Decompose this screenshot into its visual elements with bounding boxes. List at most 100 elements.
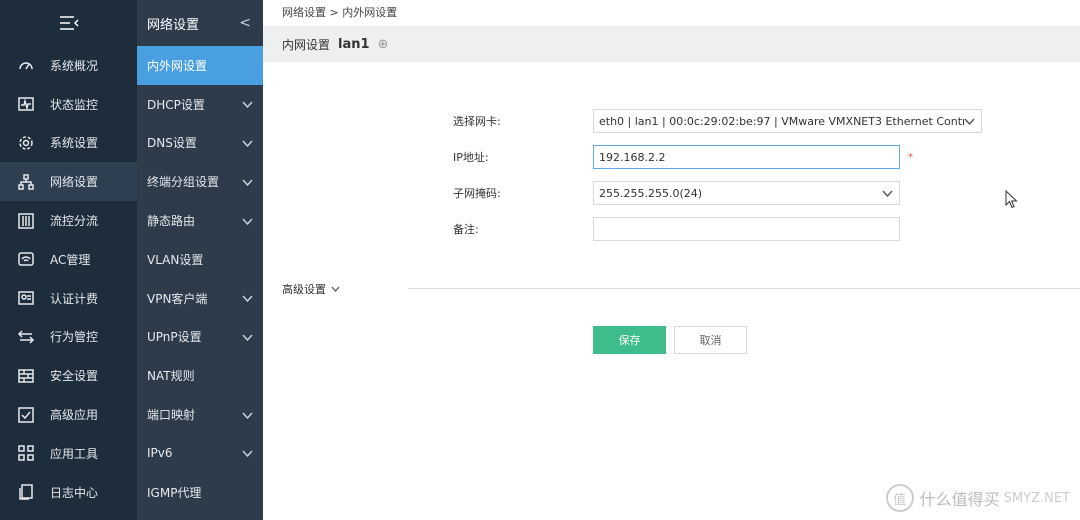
document-icon	[16, 483, 36, 501]
note-label: 备注:	[453, 223, 479, 236]
mouse-cursor-icon	[1005, 190, 1018, 209]
subnav-item[interactable]: 静态路由	[137, 201, 263, 240]
subnav-item-label: UPnP设置	[147, 330, 202, 345]
subnav-item[interactable]: UPnP设置	[137, 318, 263, 357]
menu-collapse-toggle[interactable]	[0, 0, 137, 46]
form-row-note: 备注:	[453, 217, 900, 241]
lan-tab-name[interactable]: lan1	[338, 37, 370, 52]
page-title: 内网设置	[282, 37, 331, 52]
subnav-item-label: IGMP代理	[147, 485, 202, 500]
chevron-down-icon	[242, 136, 253, 150]
subnav-item[interactable]: DHCP设置	[137, 85, 263, 124]
sidebar-item-label: 系统概况	[50, 58, 99, 73]
form-row-nic: 选择网卡: eth0 | lan1 | 00:0c:29:02:be:97 | …	[453, 109, 982, 133]
subnav-item-label: VLAN设置	[147, 252, 204, 267]
chevron-down-icon	[242, 175, 253, 189]
sidebar-item-label: 行为管控	[50, 330, 99, 345]
sidebar-item[interactable]: 网络设置	[0, 162, 137, 202]
divider	[408, 288, 1080, 289]
advanced-settings-label: 高级设置	[282, 283, 326, 296]
subnav-item[interactable]: DNS设置	[137, 124, 263, 163]
note-input[interactable]	[593, 217, 900, 241]
nic-select-value: eth0 | lan1 | 00:0c:29:02:be:97 | VMware…	[599, 114, 964, 128]
tools-grid-icon	[16, 444, 36, 462]
sidebar-item[interactable]: 行为管控	[0, 318, 137, 357]
sidebar-item-label: 日志中心	[50, 485, 99, 500]
subnav-item-label: 端口映射	[147, 408, 196, 423]
ip-address-input[interactable]: 192.168.2.2	[593, 145, 900, 169]
page-title-bar: 内网设置 lan1 ⊕	[263, 26, 1080, 62]
cancel-button[interactable]: 取消	[674, 326, 747, 354]
subnav-item-label: 内外网设置	[147, 58, 208, 73]
sidebar-item-label: AC管理	[50, 252, 91, 267]
chevron-down-icon	[242, 446, 253, 460]
subnav-title: 网络设置	[147, 17, 200, 33]
pulse-monitor-icon	[16, 95, 36, 113]
sidebar-item-label: 认证计费	[50, 291, 99, 306]
subnav-item[interactable]: VLAN设置	[137, 240, 263, 279]
watermark: 值 什么值得买 SMYZ.NET	[885, 484, 1070, 512]
watermark-site: SMYZ.NET	[1003, 490, 1070, 506]
advanced-settings-toggle[interactable]: 高级设置	[282, 281, 340, 297]
subnav-item-label: 静态路由	[147, 214, 196, 229]
subnav-item-label: VPN客户端	[147, 291, 208, 306]
sidebar-item[interactable]: 认证计费	[0, 279, 137, 318]
chevron-down-icon	[242, 214, 253, 228]
sidebar-item[interactable]: 应用工具	[0, 434, 137, 473]
sidebar-item[interactable]: 流控分流	[0, 201, 137, 240]
chevron-down-icon	[964, 115, 981, 128]
main-content: 网络设置 > 内外网设置 内网设置 lan1 ⊕ 选择网卡: eth0 | la…	[263, 0, 1080, 520]
sidebar-item-label: 状态监控	[50, 97, 99, 112]
sidebar-item-label: 网络设置	[50, 175, 99, 190]
breadcrumb: 网络设置 > 内外网设置	[282, 6, 398, 19]
ip-address-value: 192.168.2.2	[599, 150, 666, 164]
sidebar-item-label: 应用工具	[50, 446, 99, 461]
save-button[interactable]: 保存	[593, 326, 666, 354]
form-row-ip: IP地址: 192.168.2.2 *	[453, 145, 913, 169]
subnav-item[interactable]: 内外网设置	[137, 46, 263, 85]
subnet-mask-select[interactable]: 255.255.255.0(24)	[593, 181, 900, 205]
sidebar-item[interactable]: 高级应用	[0, 395, 137, 434]
chevron-down-icon	[242, 97, 253, 111]
watermark-brand: 什么值得买	[919, 490, 1000, 509]
sidebar-item-label: 流控分流	[50, 214, 99, 229]
wifi-access-icon	[16, 250, 36, 268]
chevron-left-icon[interactable]: <	[239, 15, 251, 31]
chevron-down-icon	[882, 187, 899, 200]
sidebar-item[interactable]: 安全设置	[0, 356, 137, 395]
sidebar-item[interactable]: 状态监控	[0, 85, 137, 124]
chevron-down-icon	[331, 286, 340, 292]
add-lan-icon[interactable]: ⊕	[378, 37, 389, 52]
chevron-down-icon	[242, 291, 253, 305]
sidebar-item-label: 系统设置	[50, 136, 99, 151]
subnav-item[interactable]: 端口映射	[137, 395, 263, 434]
subnet-mask-value: 255.255.255.0(24)	[599, 186, 703, 200]
subnav-item[interactable]: IPv6	[137, 434, 263, 473]
subnav-item-label: NAT规则	[147, 369, 195, 384]
subnav-item-label: DNS设置	[147, 136, 197, 151]
subnav-item[interactable]: 终端分组设置	[137, 162, 263, 201]
nic-select[interactable]: eth0 | lan1 | 00:0c:29:02:be:97 | VMware…	[593, 109, 982, 133]
subnav-header[interactable]: 网络设置 <	[137, 0, 263, 46]
sidebar-item[interactable]: 日志中心	[0, 473, 137, 512]
subnav-item[interactable]: VPN客户端	[137, 279, 263, 318]
sidebar-item[interactable]: AC管理	[0, 240, 137, 279]
menu-collapse-icon	[59, 16, 79, 30]
gear-icon	[16, 134, 36, 152]
primary-sidebar: 系统概况状态监控系统设置网络设置流控分流 AC管理认证计费行为管控安全设置高级应用…	[0, 0, 137, 520]
sidebar-item[interactable]: 系统设置	[0, 124, 137, 163]
firewall-icon	[16, 367, 36, 385]
sidebar-item[interactable]: 系统概况	[0, 46, 137, 85]
sidebar-item-label: 安全设置	[50, 369, 99, 384]
subnav-item[interactable]: IGMP代理	[137, 473, 263, 512]
form-row-mask: 子网掩码: 255.255.255.0(24)	[453, 181, 900, 205]
subnav-item[interactable]: NAT规则	[137, 356, 263, 395]
network-tree-icon	[16, 173, 36, 191]
ip-label: IP地址:	[453, 151, 489, 164]
chevron-down-icon	[242, 408, 253, 422]
nic-label: 选择网卡:	[453, 115, 501, 128]
watermark-logo: 值	[885, 484, 914, 512]
subnav-item-label: 终端分组设置	[147, 175, 220, 190]
sidebar-item-label: 高级应用	[50, 408, 99, 423]
subnav-item-label: DHCP设置	[147, 97, 205, 112]
